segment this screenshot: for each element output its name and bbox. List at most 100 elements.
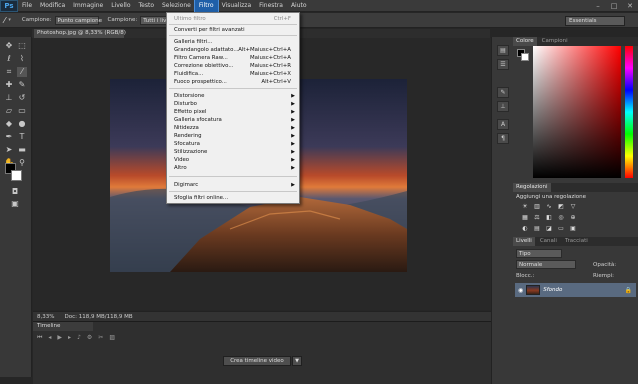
menu-liquify[interactable]: Fluidifica... Maiusc+Ctrl+X (167, 70, 299, 78)
menu-other[interactable]: Altro ▶ (167, 164, 299, 172)
crop-tool-icon[interactable]: ⌗ (4, 67, 14, 77)
hue-saturation-icon[interactable]: ▦ (521, 214, 529, 222)
quick-mask-icon[interactable]: ◘ (10, 187, 20, 197)
healing-brush-tool-icon[interactable]: ✚ (4, 80, 14, 90)
color-balance-icon[interactable]: ⚖ (533, 214, 541, 222)
menu-digimarc[interactable]: Digimarc ▶ (167, 181, 299, 189)
path-select-tool-icon[interactable]: ➤ (4, 145, 14, 155)
posterize-icon[interactable]: ▤ (533, 225, 541, 233)
menu-filter-gallery[interactable]: Galleria filtri... (167, 38, 299, 46)
menu-distort[interactable]: Distorsione ▶ (167, 92, 299, 100)
photo-filter-icon[interactable]: ◎ (557, 214, 565, 222)
close-button[interactable]: ✕ (622, 0, 638, 12)
menu-selezione[interactable]: Selezione (158, 0, 195, 12)
channel-mixer-icon[interactable]: ⊕ (569, 214, 577, 222)
history-brush-tool-icon[interactable]: ↺ (17, 93, 27, 103)
shape-tool-icon[interactable]: ▬ (17, 145, 27, 155)
menu-convert-smart-filters[interactable]: Converti per filtri avanzati (167, 26, 299, 34)
split-icon[interactable]: ✂ (98, 334, 103, 342)
clone-stamp-tool-icon[interactable]: ⊥ (4, 93, 14, 103)
character-panel-icon[interactable]: A (497, 119, 509, 130)
menu-visualizza[interactable]: Visualizza (218, 0, 256, 12)
menu-vanishing-point[interactable]: Fuoco prospettico... Alt+Ctrl+V (167, 78, 299, 86)
menu-noise[interactable]: Disturbo ▶ (167, 100, 299, 108)
zoom-level[interactable]: 8,33% (37, 314, 54, 320)
menu-file[interactable]: File (18, 0, 36, 12)
menu-stylize[interactable]: Stilizzazione ▶ (167, 148, 299, 156)
screen-mode-icon[interactable]: ▣ (10, 199, 20, 209)
menu-last-filter[interactable]: Ultimo filtro Ctrl+F (167, 15, 299, 23)
menu-immagine[interactable]: Immagine (69, 0, 107, 12)
tab-colore[interactable]: Colore (513, 37, 537, 46)
levels-icon[interactable]: ▥ (533, 203, 541, 211)
timeline-title[interactable]: Timeline (33, 322, 93, 331)
play-icon[interactable]: ▶ (57, 334, 62, 342)
menu-filtro[interactable]: Filtro (193, 0, 219, 13)
audio-icon[interactable]: ♪ (77, 334, 81, 342)
transition-icon[interactable]: ▨ (109, 334, 115, 342)
gradient-map-icon[interactable]: ▭ (557, 225, 565, 233)
menu-render[interactable]: Rendering ▶ (167, 132, 299, 140)
tab-tracciati[interactable]: Tracciati (562, 237, 591, 246)
tab-livelli[interactable]: Livelli (513, 237, 535, 246)
background-color-swatch[interactable] (11, 170, 22, 181)
menu-blur-gallery[interactable]: Galleria sfocatura ▶ (167, 116, 299, 124)
vibrance-icon[interactable]: ▽ (569, 203, 577, 211)
eraser-tool-icon[interactable]: ▱ (4, 106, 14, 116)
menu-sharpen[interactable]: Nitidezza ▶ (167, 124, 299, 132)
menu-video[interactable]: Video ▶ (167, 156, 299, 164)
threshold-icon[interactable]: ◪ (545, 225, 553, 233)
clone-source-icon[interactable]: ⊥ (497, 101, 509, 112)
workspace-select[interactable]: Essentials (565, 16, 625, 26)
first-frame-icon[interactable]: ⏮ (37, 334, 42, 342)
selective-color-icon[interactable]: ▣ (569, 225, 577, 233)
color-picker-field[interactable] (533, 46, 621, 178)
menu-browse-filters-online[interactable]: Sfoglia filtri online... (167, 194, 299, 202)
tool-preset-arrow-icon[interactable]: ▾ (8, 17, 11, 23)
menu-aiuto[interactable]: Aiuto (287, 0, 311, 12)
bg-color-chip[interactable] (521, 53, 529, 61)
tab-campioni[interactable]: Campioni (539, 37, 571, 46)
minimize-button[interactable]: – (590, 0, 606, 12)
document-tab[interactable]: Photoshop.jpg @ 8,33% (RGB/8) (34, 29, 126, 38)
menu-blur[interactable]: Sfocatura ▶ (167, 140, 299, 148)
menu-lens-correction[interactable]: Correzione obiettivo... Maiusc+Ctrl+R (167, 62, 299, 70)
next-frame-icon[interactable]: ▸ (68, 334, 71, 342)
layer-row[interactable]: ◉ Sfondo 🔒 (515, 283, 636, 297)
lasso-tool-icon[interactable]: ℓ (4, 54, 14, 64)
menu-modifica[interactable]: Modifica (36, 0, 69, 12)
layer-filter-select[interactable]: Tipo (516, 249, 562, 258)
invert-icon[interactable]: ◐ (521, 225, 529, 233)
eyedropper-tool-icon[interactable]: ⁄ (4, 16, 5, 25)
brush-tool-icon[interactable]: ✎ (17, 80, 27, 90)
type-tool-icon[interactable]: T (17, 132, 27, 142)
maximize-button[interactable]: □ (606, 0, 622, 12)
menu-camera-raw-filter[interactable]: Filtro Camera Raw... Maiusc+Ctrl+A (167, 54, 299, 62)
brush-panel-icon[interactable]: ✎ (497, 87, 509, 98)
menu-livello[interactable]: Livello (107, 0, 134, 12)
gradient-tool-icon[interactable]: ▭ (17, 106, 27, 116)
menu-finestra[interactable]: Finestra (255, 0, 287, 12)
history-panel-icon[interactable]: ▤ (497, 45, 509, 56)
eyedropper-tool-icon[interactable]: ⁄ (17, 67, 27, 77)
prev-frame-icon[interactable]: ◂ (48, 334, 51, 342)
blend-mode-select[interactable]: Normale (516, 260, 576, 269)
curves-icon[interactable]: ∿ (545, 203, 553, 211)
paragraph-panel-icon[interactable]: ¶ (497, 133, 509, 144)
exposure-icon[interactable]: ◩ (557, 203, 565, 211)
create-video-timeline-button[interactable]: Crea timeline video (223, 356, 291, 366)
tab-canali[interactable]: Canali (537, 237, 560, 246)
tab-regolazioni[interactable]: Regolazioni (513, 183, 551, 192)
settings-icon[interactable]: ⚙ (87, 334, 92, 342)
quick-select-tool-icon[interactable]: ⌇ (17, 54, 27, 64)
menu-adaptive-wide-angle[interactable]: Grandangolo adattato... Alt+Maiusc+Ctrl+A (167, 46, 299, 54)
timeline-type-dropdown[interactable]: ▼ (292, 356, 302, 366)
zoom-tool-icon[interactable]: ⚲ (17, 158, 27, 168)
pen-tool-icon[interactable]: ✒ (4, 132, 14, 142)
sample-size-select[interactable]: Punto campione (54, 15, 102, 25)
marquee-tool-icon[interactable]: ⬚ (17, 41, 27, 51)
move-tool-icon[interactable]: ✥ (4, 41, 14, 51)
hue-slider[interactable] (625, 46, 633, 178)
black-white-icon[interactable]: ◧ (545, 214, 553, 222)
properties-panel-icon[interactable]: ☰ (497, 59, 509, 70)
